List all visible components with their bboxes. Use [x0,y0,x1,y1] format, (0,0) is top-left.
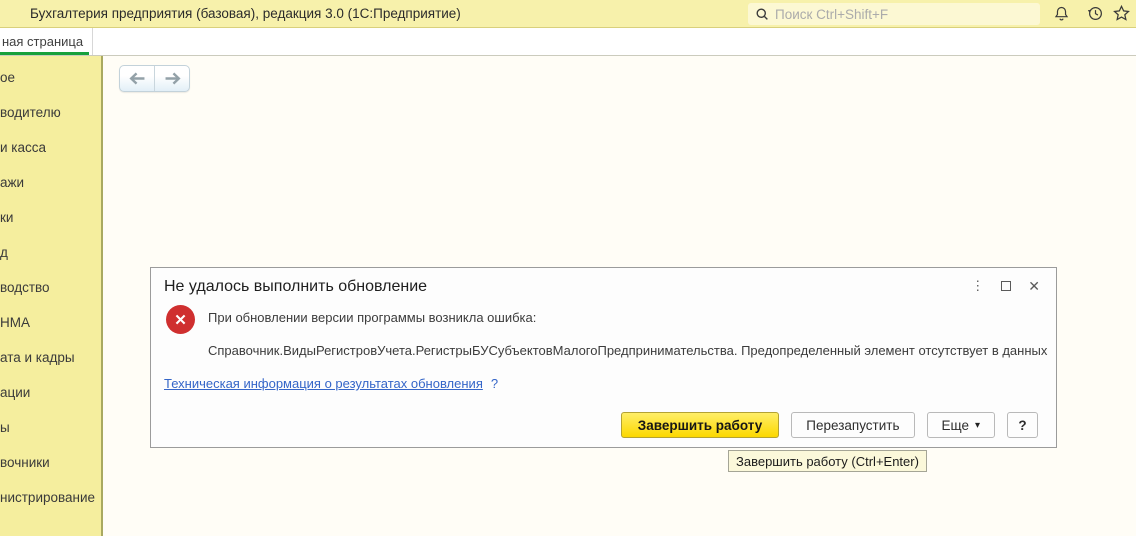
update-error-dialog: Не удалось выполнить обновление ⋮ ✕ ✕ Пр… [150,267,1057,448]
dialog-maximize-icon[interactable] [1001,281,1011,291]
finish-work-tooltip: Завершить работу (Ctrl+Enter) [728,450,927,472]
history-icon[interactable] [1078,0,1112,27]
titlebar-icons [1044,0,1136,27]
dialog-window-controls: ⋮ ✕ [971,279,1040,293]
title-bar: Бухгалтерия предприятия (базовая), редак… [0,0,1136,28]
tab-home-page[interactable]: ная страница [0,28,93,55]
restart-button[interactable]: Перезапустить [791,412,914,438]
tab-bar: ная страница [0,28,1136,55]
sidebar-item-directories[interactable]: вочники [0,445,101,480]
sidebar-item-fixed-assets[interactable]: НМА [0,305,101,340]
tab-home-label: ная страница [2,34,83,49]
chevron-down-icon: ▾ [975,420,980,431]
notifications-bell-icon[interactable] [1044,0,1078,27]
sidebar-item-production[interactable]: водство [0,270,101,305]
back-button[interactable] [120,66,155,91]
sidebar-item-manager[interactable]: водителю [0,95,101,130]
sidebar-item-main[interactable]: ое [0,60,101,95]
sidebar-item-salary-hr[interactable]: ата и кадры [0,340,101,375]
forward-arrow-icon [164,72,181,85]
tech-info-help-icon[interactable]: ? [491,376,498,391]
global-search[interactable] [748,3,1040,25]
dialog-close-icon[interactable]: ✕ [1028,279,1040,293]
sidebar-item-operations[interactable]: ации [0,375,101,410]
forward-button[interactable] [155,66,189,91]
error-message-intro: При обновлении версии программы возникла… [208,310,536,325]
sidebar-item-purchases[interactable]: ки [0,200,101,235]
app-title: Бухгалтерия предприятия (базовая), редак… [30,6,461,21]
sidebar-item-administration[interactable]: нистрирование [0,480,101,515]
finish-work-button[interactable]: Завершить работу [621,412,780,438]
dialog-menu-icon[interactable]: ⋮ [971,279,984,293]
favorites-star-icon[interactable] [1112,0,1136,27]
sidebar-item-reports[interactable]: ы [0,410,101,445]
tech-info-row: Техническая информация о результатах обн… [164,376,498,391]
sidebar-item-bank-cash[interactable]: и касса [0,130,101,165]
dialog-buttons: Завершить работу Перезапустить Еще ▾ ? [621,412,1038,438]
back-arrow-icon [129,72,146,85]
active-tab-underline [0,52,89,55]
search-input[interactable] [775,7,1040,22]
dialog-title: Не удалось выполнить обновление [164,278,427,296]
sidebar-item-warehouse[interactable]: д [0,235,101,270]
error-icon: ✕ [166,305,195,334]
history-nav-buttons [119,65,190,92]
more-button[interactable]: Еще ▾ [927,412,996,438]
search-icon [755,7,770,22]
tech-info-link[interactable]: Техническая информация о результатах обн… [164,376,483,391]
sections-sidebar: ое водителю и касса ажи ки д водство НМА… [0,56,103,536]
help-button[interactable]: ? [1007,412,1038,438]
sidebar-item-sales[interactable]: ажи [0,165,101,200]
error-message-detail: Справочник.ВидыРегистровУчета.РегистрыБУ… [208,343,1047,358]
